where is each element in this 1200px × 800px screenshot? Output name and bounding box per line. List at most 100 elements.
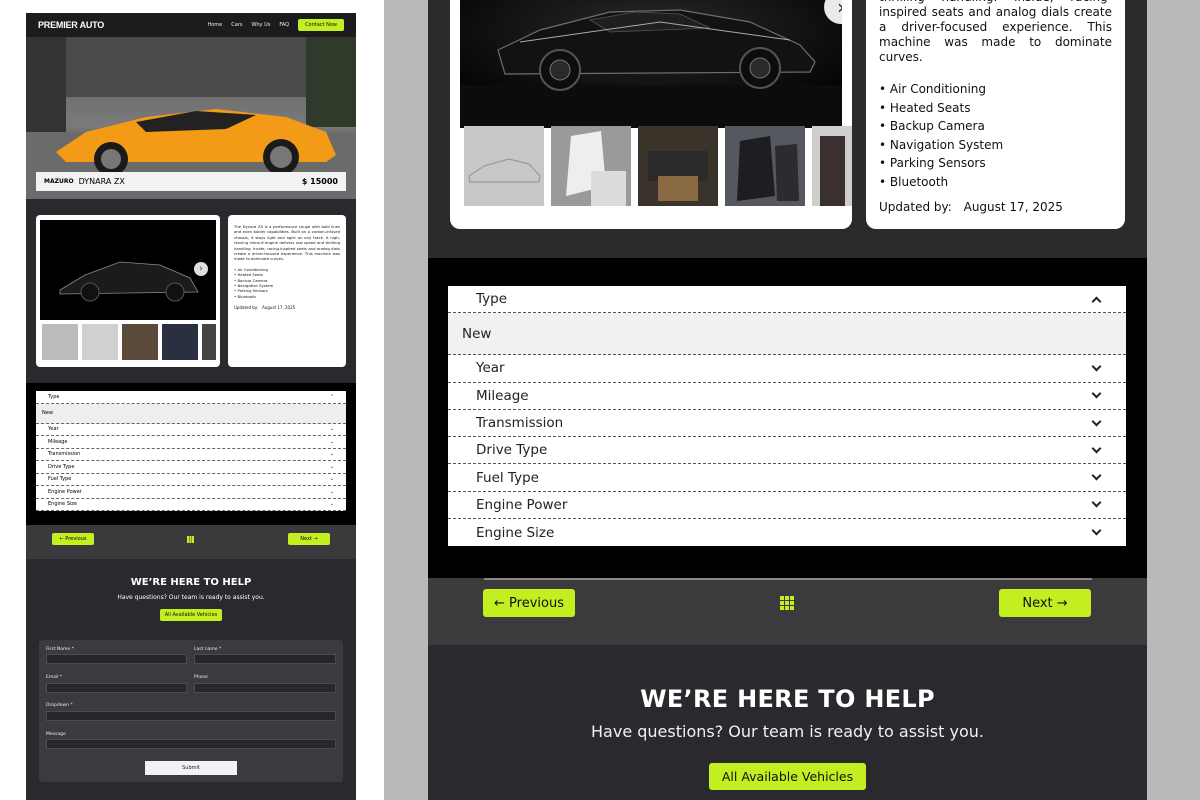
filter-transmission[interactable]: Transmission — [448, 410, 1126, 438]
chevron-down-icon — [1091, 361, 1102, 372]
preview-first-name-field[interactable] — [46, 654, 187, 664]
filter-drive-type[interactable]: Drive Type — [448, 437, 1126, 465]
preview-email-field[interactable] — [46, 683, 187, 693]
preview-gallery-card: › — [36, 215, 220, 367]
preview-nav-why-us[interactable]: Why Us — [251, 22, 270, 28]
preview-submit-button[interactable]: Submit — [145, 761, 237, 775]
gallery-thumbnail[interactable] — [638, 126, 718, 206]
help-section: WE’RE HERE TO HELP Have questions? Our t… — [428, 645, 1147, 800]
filter-type-option[interactable]: New — [448, 313, 1126, 356]
help-title: WE’RE HERE TO HELP — [640, 685, 935, 713]
preview-cards: › The Dynara ZX is a performance coupe w… — [26, 199, 356, 367]
filter-label: Mileage — [476, 387, 529, 404]
preview-prev-button[interactable]: ← Previous — [52, 533, 94, 545]
feature-list: • Air Conditioning • Heated Seats • Back… — [879, 80, 1112, 191]
preview-hero-image: MAZURO DYNARA ZX $ 15000 — [26, 37, 356, 199]
preview-filter-type-value: New — [36, 403, 346, 424]
preview-filter-engine-power[interactable]: Engine Power ⌄ — [36, 486, 346, 499]
filter-mileage[interactable]: Mileage — [448, 383, 1126, 410]
filter-label: Type — [476, 291, 508, 308]
chevron-down-icon — [1091, 388, 1102, 399]
pagination: ← Previous Next → — [428, 578, 1147, 645]
preview-first-name-label: First Name * — [46, 647, 74, 652]
next-button[interactable]: Next → — [999, 589, 1091, 617]
preview-filters: Type ⌃ New Year ⌄ Mileage ⌄ Transmission ⌄ D… — [26, 383, 356, 525]
all-vehicles-button[interactable]: All Available Vehicles — [708, 763, 867, 790]
preview-message-label: Message — [46, 732, 66, 737]
preview-thumb[interactable] — [122, 324, 158, 360]
preview-next-button[interactable]: Next → — [288, 533, 330, 545]
car-description: thrilling handling. Inside, racing-inspi… — [879, 0, 1112, 64]
preview-updated: Updated by: August 17, 2025 — [234, 305, 296, 311]
divider — [484, 578, 1092, 580]
grid-view-icon[interactable] — [780, 596, 794, 610]
filter-label: Drive Type — [476, 442, 548, 459]
chevron-down-icon — [1091, 443, 1102, 454]
filter-label: Engine Size — [476, 524, 555, 541]
feature-item: • Backup Camera — [879, 119, 985, 133]
preview-filter-drive-type[interactable]: Drive Type ⌄ — [36, 461, 346, 474]
gallery-thumbnail[interactable] — [464, 126, 544, 206]
preview-thumb[interactable] — [42, 324, 78, 360]
preview-phone-field[interactable] — [194, 683, 336, 693]
preview-filter-type[interactable]: Type ⌃ — [36, 391, 346, 404]
preview-pager: ← Previous Next → — [26, 525, 356, 559]
preview-nav-cars[interactable]: Cars — [231, 22, 242, 28]
preview-navbar: PREMIER AUTO Home Cars Why Us FAQ Contac… — [26, 13, 356, 37]
preview-last-name-field[interactable] — [194, 654, 336, 664]
preview-nav-home[interactable]: Home — [207, 22, 222, 28]
spec-card: thrilling handling. Inside, racing-inspi… — [866, 0, 1125, 229]
filter-year[interactable]: Year — [448, 355, 1126, 383]
filter-accordion: Type New Year Mileage Transmission Drive… — [448, 286, 1126, 547]
chevron-down-icon — [1091, 416, 1102, 426]
preview-car-model: DYNARA ZX — [78, 177, 125, 186]
preview-dropdown-field[interactable] — [46, 711, 336, 721]
preview-nav-faq[interactable]: FAQ — [279, 22, 289, 28]
preview-help-subtitle: Have questions? Our team is ready to ass… — [117, 594, 265, 601]
preview-contact-button[interactable]: Contact Now — [298, 19, 344, 31]
filters-section: Type New Year Mileage Transmission Drive… — [428, 258, 1147, 578]
preview-thumb[interactable] — [162, 324, 198, 360]
preview-feature-list: • Air Conditioning • Heated Seats • Back… — [234, 267, 340, 299]
preview-all-vehicles-button[interactable]: All Available Vehicles — [159, 609, 223, 621]
preview-main-photo: › — [40, 220, 216, 320]
previous-button[interactable]: ← Previous — [483, 589, 575, 617]
preview-filter-year[interactable]: Year ⌄ — [36, 424, 346, 436]
filter-selected-value: New — [462, 325, 492, 342]
chevron-down-icon — [1091, 497, 1102, 508]
chevron-down-icon — [1091, 525, 1102, 536]
feature-item: • Air Conditioning — [879, 82, 987, 96]
gallery-thumbnail[interactable] — [725, 126, 805, 206]
preview-thumb[interactable] — [82, 324, 118, 360]
preview-message-field[interactable] — [46, 739, 336, 749]
feature-item: • Heated Seats — [879, 100, 971, 115]
preview-grid-icon[interactable] — [187, 536, 194, 543]
preview-page: PREMIER AUTO Home Cars Why Us FAQ Contac… — [26, 13, 356, 800]
filter-type[interactable]: Type — [448, 286, 1126, 314]
preview-dropdown-label: Dropdown * — [46, 703, 73, 708]
filter-engine-size[interactable]: Engine Size — [448, 519, 1126, 546]
help-subtitle: Have questions? Our team is ready to ass… — [591, 722, 984, 741]
preview-description: The Dynara ZX is a performance coupe wit… — [234, 224, 340, 262]
preview-next-photo-icon[interactable]: › — [194, 262, 208, 276]
feature-item: • Navigation System — [879, 137, 1004, 152]
filter-fuel-type[interactable]: Fuel Type — [448, 464, 1126, 492]
preview-car-caption: MAZURO DYNARA ZX $ 15000 — [36, 172, 346, 191]
preview-logo[interactable]: PREMIER AUTO — [38, 20, 198, 30]
gallery-card: › — [450, 0, 852, 229]
preview-thumb[interactable] — [202, 324, 216, 360]
gallery-thumbnail[interactable] — [551, 126, 631, 206]
preview-last-name-label: Last name * — [194, 647, 222, 652]
preview-filter-engine-size[interactable]: Engine Size ⌄ — [36, 499, 346, 511]
filter-engine-power[interactable]: Engine Power — [448, 492, 1126, 520]
zoomed-page: › thrilling handling. Inside, racing-ins… — [428, 0, 1147, 800]
details-section: › thrilling handling. Inside, racing-ins… — [428, 0, 1147, 258]
preview-filter-transmission[interactable]: Transmission ⌄ — [36, 449, 346, 461]
gallery-thumbnail[interactable] — [812, 126, 852, 206]
page-preview: PREMIER AUTO Home Cars Why Us FAQ Contac… — [0, 0, 384, 800]
filter-label: Fuel Type — [476, 469, 539, 486]
preview-filter-mileage[interactable]: Mileage ⌄ — [36, 436, 346, 449]
preview-car-make: MAZURO — [44, 178, 74, 185]
preview-filter-fuel-type[interactable]: Fuel Type ⌄ — [36, 474, 346, 486]
updated-date: August 17, 2025 — [963, 200, 1063, 214]
